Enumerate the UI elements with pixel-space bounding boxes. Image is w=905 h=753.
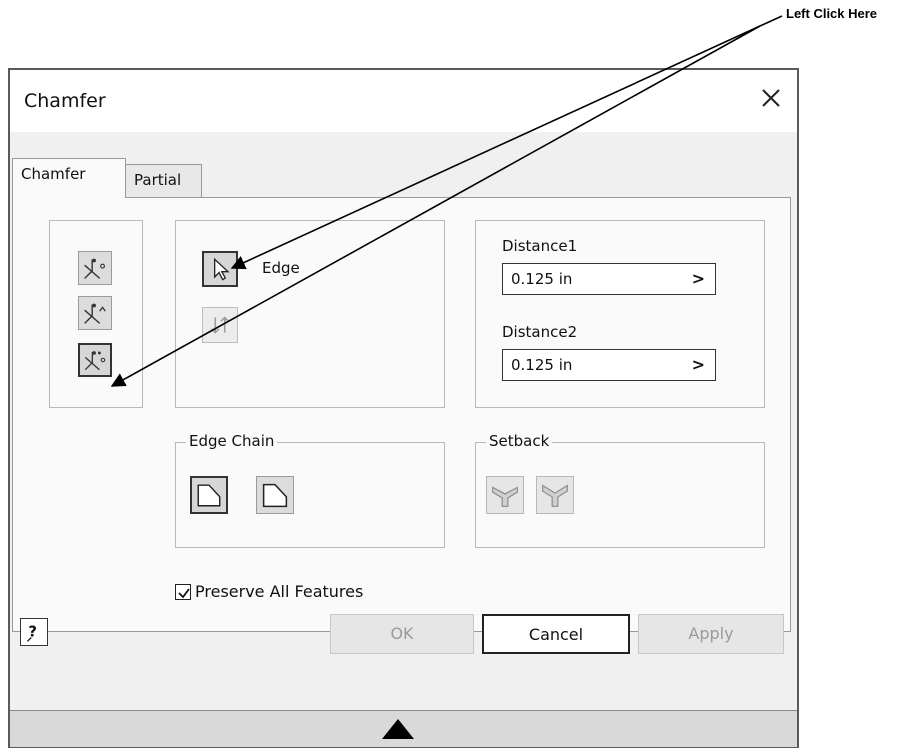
help-icon[interactable]: ? bbox=[20, 618, 48, 646]
edge-selection-group: Edge bbox=[175, 220, 445, 408]
edge-chain-title: Edge Chain bbox=[186, 432, 278, 450]
ok-button[interactable]: OK bbox=[330, 614, 474, 654]
flip-direction-icon[interactable] bbox=[202, 307, 238, 343]
close-icon[interactable] bbox=[755, 82, 787, 114]
annotation-leader bbox=[759, 15, 783, 27]
setback-icon[interactable] bbox=[486, 476, 524, 514]
setback-title: Setback bbox=[486, 432, 553, 450]
apply-button[interactable]: Apply bbox=[638, 614, 784, 654]
distance1-value: 0.125 in bbox=[511, 270, 573, 288]
checkmark-icon bbox=[178, 588, 190, 599]
distance2-arrow-button[interactable]: > bbox=[692, 355, 705, 374]
tab-partial[interactable]: Partial bbox=[126, 164, 202, 198]
distance1-arrow-button[interactable]: > bbox=[692, 269, 705, 288]
chamfer-distance-icon[interactable] bbox=[78, 251, 112, 285]
cursor-select-icon[interactable] bbox=[202, 251, 238, 287]
distance1-field[interactable]: 0.125 in > bbox=[502, 263, 716, 295]
chamfer-distance-angle-icon[interactable] bbox=[78, 296, 112, 330]
annotation-label: Left Click Here bbox=[786, 6, 878, 21]
preserve-all-features-checkbox[interactable] bbox=[175, 584, 191, 600]
single-edge-chain-icon[interactable] bbox=[256, 476, 294, 514]
distance2-value: 0.125 in bbox=[511, 356, 573, 374]
distance2-field[interactable]: 0.125 in > bbox=[502, 349, 716, 381]
tab-partial-label: Partial bbox=[134, 171, 182, 189]
distance1-label: Distance1 bbox=[502, 237, 578, 255]
cancel-button[interactable]: Cancel bbox=[482, 614, 630, 654]
setback-group: Setback bbox=[475, 432, 765, 548]
edge-chain-group: Edge Chain bbox=[175, 432, 445, 548]
tab-chamfer-label: Chamfer bbox=[21, 165, 86, 183]
chamfer-tab-panel: Edge Distance1 0.125 in > Distance2 0.12… bbox=[12, 197, 791, 632]
chamfer-two-distances-icon[interactable] bbox=[78, 343, 112, 377]
title-bar: Chamfer bbox=[10, 70, 797, 132]
method-group bbox=[49, 220, 143, 408]
tab-chamfer[interactable]: Chamfer bbox=[12, 158, 126, 198]
status-bar bbox=[10, 710, 797, 747]
distance2-label: Distance2 bbox=[502, 323, 578, 341]
preserve-all-features-label: Preserve All Features bbox=[195, 582, 364, 601]
dialog-title: Chamfer bbox=[24, 90, 106, 112]
distance-group: Distance1 0.125 in > Distance2 0.125 in … bbox=[475, 220, 765, 408]
all-edges-chain-icon[interactable] bbox=[190, 476, 228, 514]
edge-label: Edge bbox=[262, 259, 300, 277]
no-setback-icon[interactable] bbox=[536, 476, 574, 514]
expand-up-icon[interactable] bbox=[378, 715, 418, 743]
tab-strip: Chamfer Partial bbox=[10, 158, 797, 198]
help-glyph: ? bbox=[28, 623, 37, 641]
chamfer-dialog: Chamfer Chamfer Partial Edge Distance1 0… bbox=[8, 68, 799, 748]
